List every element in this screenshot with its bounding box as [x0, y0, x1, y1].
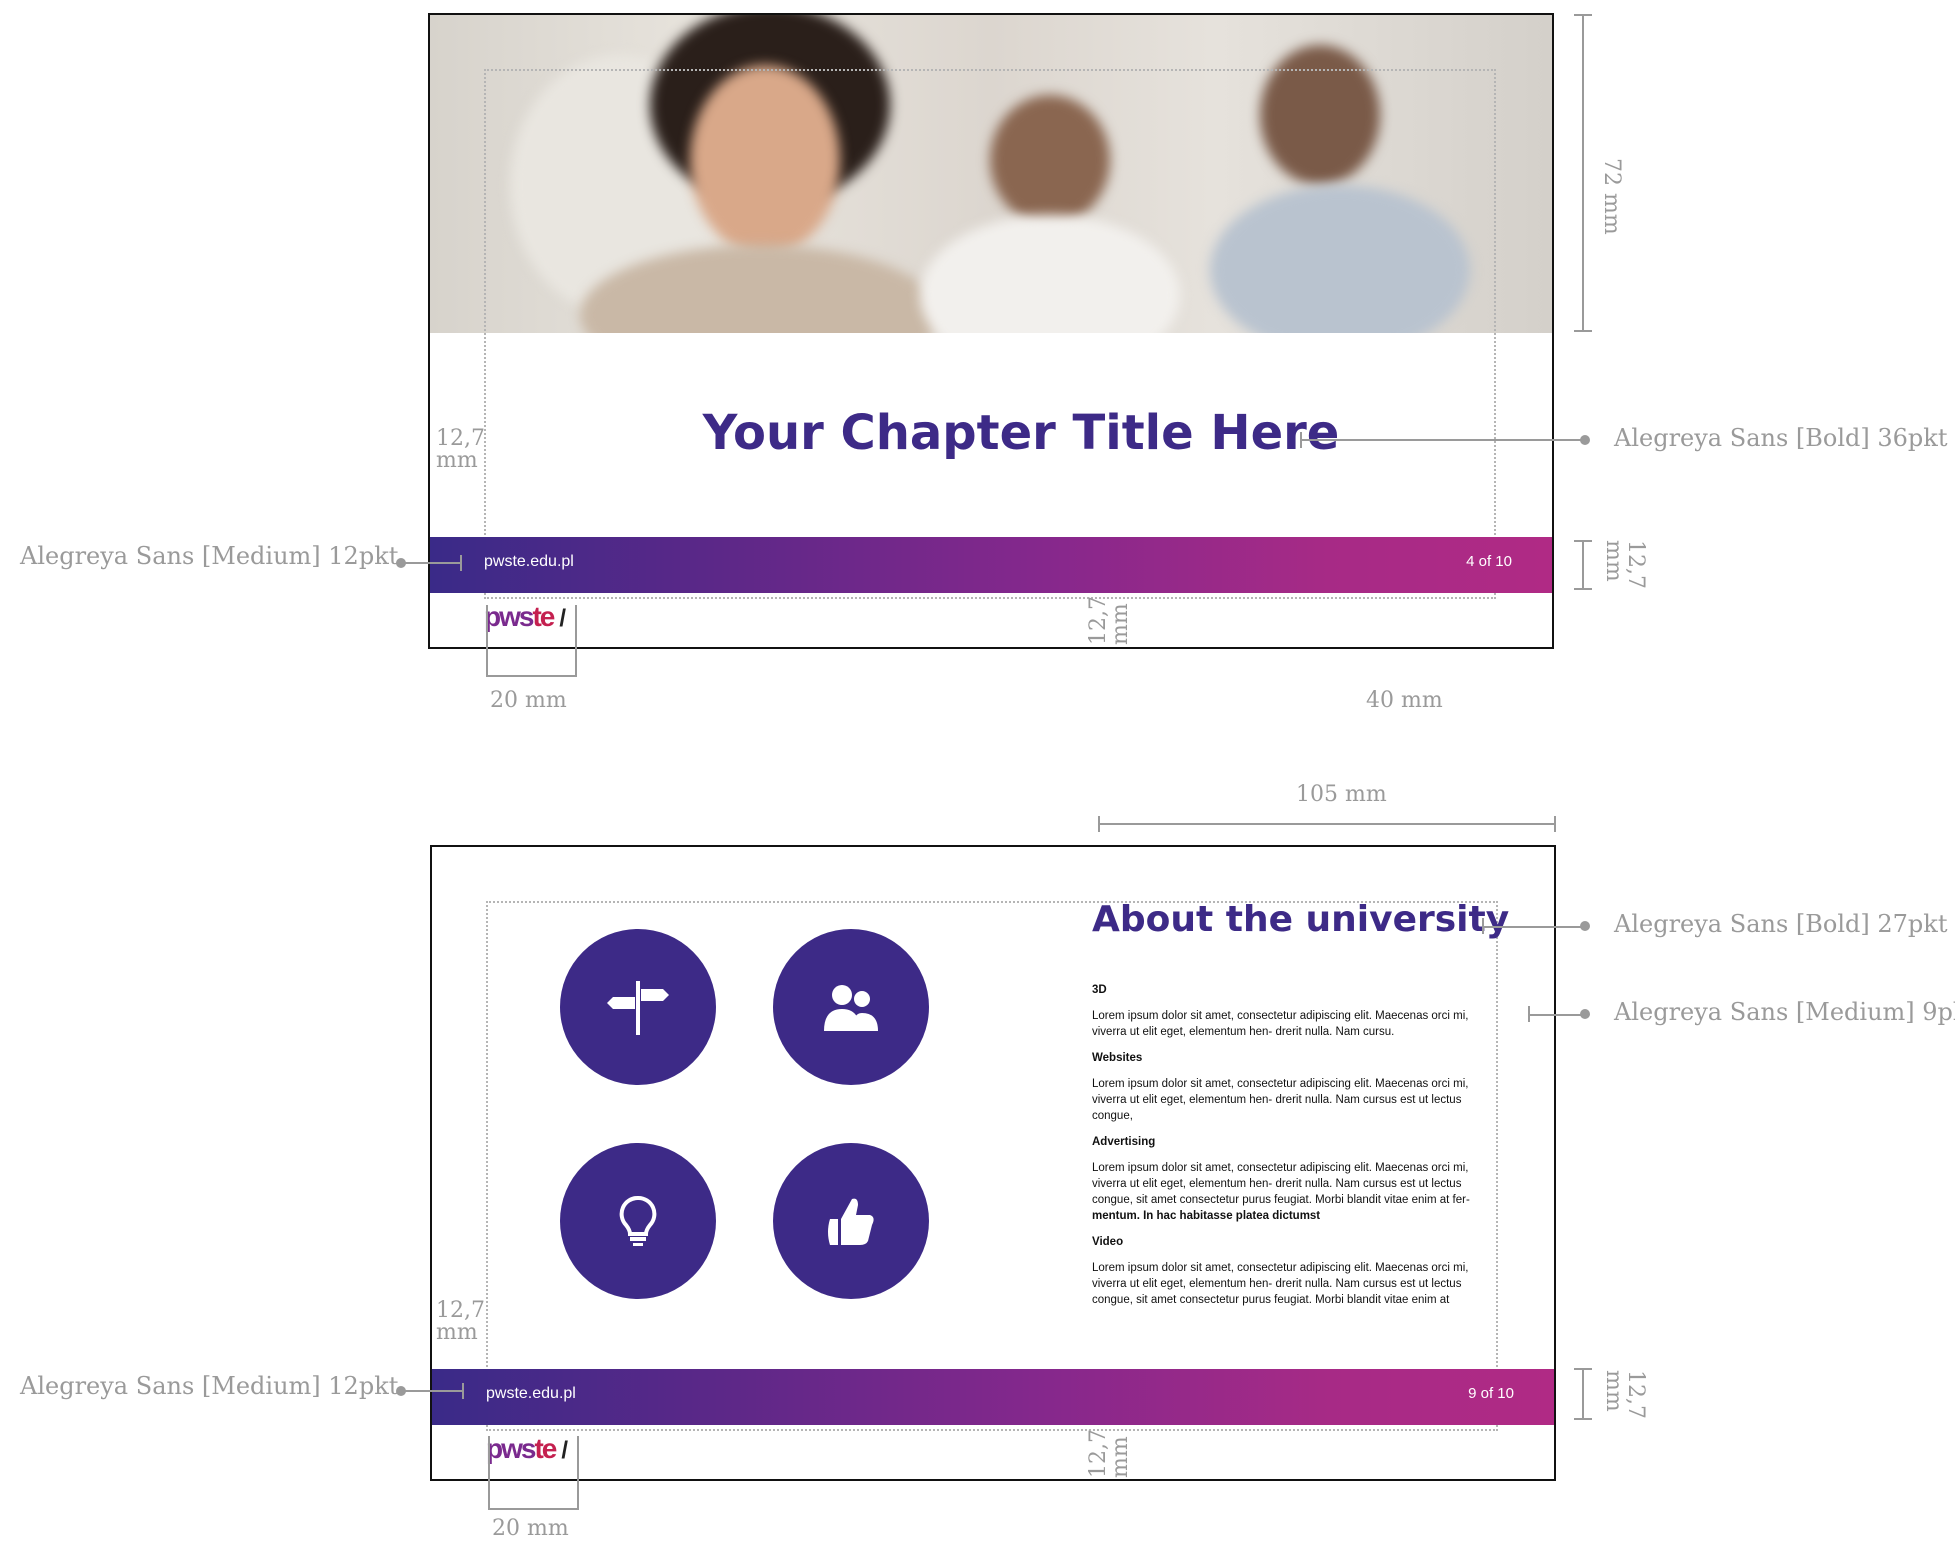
pwste-logo: pwste /: [486, 1433, 569, 1464]
signpost-circle: [560, 929, 716, 1085]
section-text: Lorem ipsum dolor sit amet, consectetur …: [1092, 1262, 1469, 1306]
body-font-annotation: Alegreya Sans [Medium] 9pkt: [1614, 998, 1955, 1026]
footer-url[interactable]: pwste.edu.pl: [486, 1385, 576, 1403]
about-title: About the university: [1092, 899, 1510, 940]
footer-bar: pwste.edu.pl 4 of 10: [430, 537, 1552, 593]
footer-font-annotation-2: Alegreya Sans [Medium] 12pkt: [20, 1372, 399, 1400]
title-font-leader: [1300, 439, 1586, 441]
signpost-icon: [607, 981, 669, 1035]
logo-width-label-1: 20 mm: [490, 688, 567, 713]
page-number: 4 of 10: [1466, 553, 1512, 570]
footer-font-annotation: Alegreya Sans [Medium] 12pkt: [20, 542, 399, 570]
thumbs-up-circle: [773, 1143, 929, 1299]
about-title-font-annotation: Alegreya Sans [Bold] 27pkt: [1614, 910, 1948, 938]
people-icon: [824, 985, 878, 1031]
logo-width-label-2: 20 mm: [492, 1516, 569, 1541]
thumbs-up-icon: [828, 1198, 874, 1245]
lightbulb-circle: [560, 1143, 716, 1299]
pwste-logo: pwste /: [484, 601, 567, 632]
section-heading: 3D: [1092, 984, 1107, 996]
about-slide: About the university 3D Lorem ipsum dolo…: [430, 845, 1556, 1481]
bottom-margin-label-2: 12,7 mm: [1086, 1429, 1133, 1478]
width-105-label: 105 mm: [1296, 782, 1387, 807]
footer-url[interactable]: pwste.edu.pl: [484, 553, 574, 571]
header-photo: [430, 15, 1552, 333]
margin-left-label-1: 12,7 mm: [436, 426, 485, 473]
section-text: Lorem ipsum dolor sit amet, consectetur …: [1092, 1010, 1469, 1038]
title-font-annotation: Alegreya Sans [Bold] 36pkt: [1614, 424, 1948, 452]
margin-left-label-2: 12,7 mm: [436, 1298, 485, 1345]
dim-72-line: [1582, 14, 1584, 332]
footer-bar: pwste.edu.pl 9 of 10: [432, 1369, 1554, 1425]
lightbulb-icon: [619, 1195, 657, 1246]
section-heading: Advertising: [1092, 1136, 1156, 1148]
dim-72-label: 72 mm: [1599, 158, 1624, 235]
section-text: Lorem ipsum dolor sit amet, consectetur …: [1092, 1078, 1469, 1122]
section-bold-tail: mentum. In hac habitasse platea dictumst: [1092, 1210, 1321, 1222]
width-40-label: 40 mm: [1366, 688, 1443, 713]
chapter-title: Your Chapter Title Here: [702, 405, 1340, 461]
bar-height-label-2: 12,7 mm: [1601, 1370, 1648, 1419]
section-text: Lorem ipsum dolor sit amet, consectetur …: [1092, 1162, 1470, 1222]
section-heading: Websites: [1092, 1052, 1143, 1064]
bottom-margin-label-1: 12,7 mm: [1086, 596, 1133, 645]
chapter-slide: Your Chapter Title Here pwste.edu.pl 4 o…: [428, 13, 1554, 649]
bar-height-label-1: 12,7 mm: [1601, 540, 1648, 589]
people-circle: [773, 929, 929, 1085]
section-heading: Video: [1092, 1236, 1124, 1248]
page-number: 9 of 10: [1468, 1385, 1514, 1402]
body-text: 3D Lorem ipsum dolor sit amet, consectet…: [1092, 982, 1500, 1318]
